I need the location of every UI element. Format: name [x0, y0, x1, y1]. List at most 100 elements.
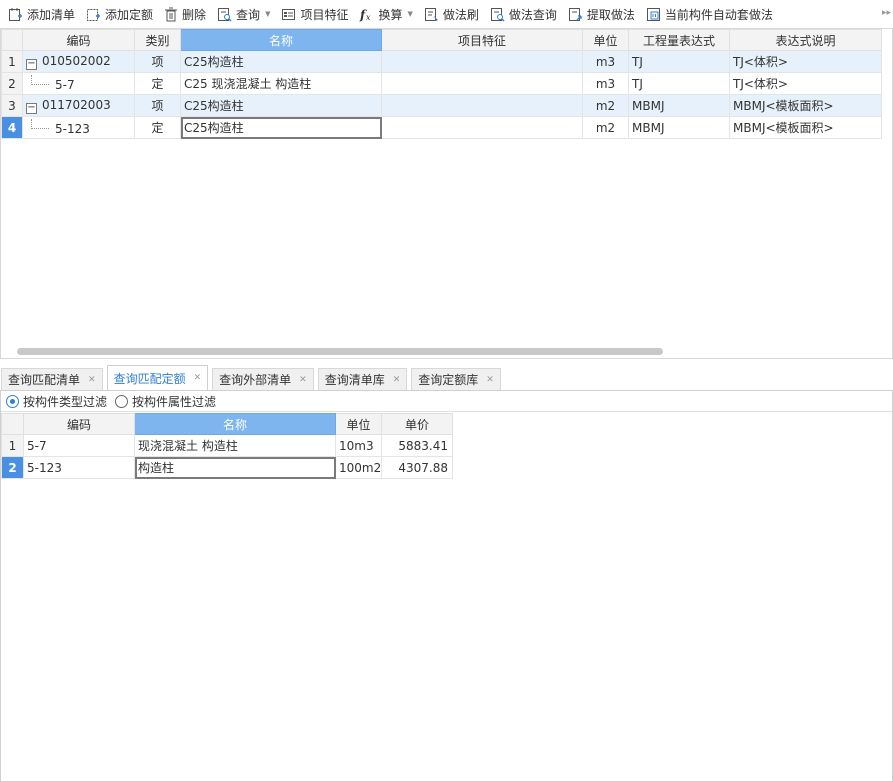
name-cell[interactable]: C25构造柱 [180, 50, 382, 73]
features-cell[interactable] [381, 72, 583, 95]
row-number[interactable]: 1 [1, 434, 24, 457]
corner-cell[interactable] [1, 29, 23, 51]
column-header-description[interactable]: 表达式说明 [729, 29, 882, 51]
tab-list-library[interactable]: 查询清单库 ✕ [317, 368, 408, 390]
features-cell[interactable] [381, 50, 583, 73]
table-row[interactable]: 3 −011702003 项 C25构造柱 m2 MBMJ MBMJ<模板面积> [1, 94, 882, 117]
add-quota-button[interactable]: 添加定额 [82, 2, 157, 26]
description-cell[interactable]: TJ<体积> [729, 50, 882, 73]
chevron-down-icon[interactable]: ▼ [407, 10, 412, 18]
tab-match-quota[interactable]: 查询匹配定额 ✕ [106, 365, 209, 390]
close-icon[interactable]: ✕ [194, 373, 202, 383]
description-cell[interactable]: MBMJ<模板面积> [729, 116, 882, 139]
code-cell[interactable]: 5-7 [22, 72, 135, 95]
unit-cell[interactable]: 10m3 [335, 434, 382, 457]
column-header-unit[interactable]: 单位 [335, 413, 382, 435]
expression-cell[interactable]: TJ [628, 72, 730, 95]
method-query-icon [490, 7, 505, 22]
unit-cell[interactable]: m3 [582, 50, 629, 73]
column-header-name[interactable]: 名称 [134, 413, 336, 435]
unit-cell[interactable]: m2 [582, 94, 629, 117]
price-cell[interactable]: 5883.41 [381, 434, 453, 457]
unit-cell[interactable]: m2 [582, 116, 629, 139]
extract-method-button[interactable]: 提取做法 [564, 2, 639, 26]
name-cell[interactable]: 现浇混凝土 构造柱 [134, 434, 336, 457]
table-row[interactable]: 2 5-7 定 C25 现浇混凝土 构造柱 m3 TJ TJ<体积> [1, 72, 882, 95]
column-header-code[interactable]: 编码 [23, 413, 135, 435]
features-cell[interactable] [381, 116, 583, 139]
type-cell[interactable]: 项 [134, 50, 181, 73]
chevron-down-icon[interactable]: ▼ [265, 10, 270, 18]
features-cell[interactable] [381, 94, 583, 117]
tab-quota-library[interactable]: 查询定额库 ✕ [411, 368, 501, 390]
query-button[interactable]: 查询 ▼ [213, 2, 274, 26]
name-cell[interactable]: C25构造柱 [180, 116, 382, 139]
item-features-icon [282, 8, 296, 20]
close-icon[interactable]: ✕ [486, 375, 494, 385]
close-icon[interactable]: ✕ [299, 375, 307, 385]
name-cell[interactable]: C25构造柱 [180, 94, 382, 117]
column-header-unit[interactable]: 单位 [582, 29, 629, 51]
tab-label: 查询清单库 [324, 373, 385, 387]
column-header-code[interactable]: 编码 [22, 29, 135, 51]
code-cell[interactable]: −011702003 [22, 94, 135, 117]
corner-cell[interactable] [1, 413, 24, 435]
delete-button[interactable]: 删除 [160, 2, 210, 26]
table-row[interactable]: 4 5-123 定 C25构造柱 m2 MBMJ MBMJ<模板面积> [1, 116, 882, 139]
delete-label: 删除 [182, 7, 207, 22]
tab-external-list[interactable]: 查询外部清单 ✕ [212, 368, 314, 390]
svg-text:x: x [366, 13, 371, 22]
filter-by-type-radio[interactable]: 按构件类型过滤 [6, 393, 107, 410]
table-row[interactable]: 2 5-123 构造柱 100m2 4307.88 [1, 456, 453, 479]
extract-method-label: 提取做法 [586, 7, 635, 22]
row-number[interactable]: 4 [1, 116, 23, 139]
filter-by-attr-radio[interactable]: 按构件属性过滤 [115, 393, 216, 410]
close-icon[interactable]: ✕ [393, 375, 401, 385]
column-header-features[interactable]: 项目特征 [381, 29, 583, 51]
collapse-icon[interactable]: − [26, 102, 37, 114]
column-header-type[interactable]: 类别 [134, 29, 181, 51]
method-grid-panel: 编码 类别 名称 项目特征 单位 工程量表达式 表达式说明 1 −0105020… [0, 28, 893, 359]
row-number[interactable]: 3 [1, 94, 23, 117]
price-cell[interactable]: 4307.88 [381, 456, 453, 479]
expression-cell[interactable]: MBMJ [628, 116, 730, 139]
item-features-button[interactable]: 项目特征 [277, 2, 352, 26]
collapse-icon[interactable]: − [26, 58, 37, 70]
tab-match-list[interactable]: 查询匹配清单 ✕ [1, 368, 103, 390]
code-cell[interactable]: 5-123 [23, 456, 135, 479]
row-number[interactable]: 2 [1, 72, 23, 95]
code-cell[interactable]: 5-123 [22, 116, 135, 139]
tree-connector [31, 75, 49, 85]
tree-connector [31, 119, 49, 129]
unit-cell[interactable]: m3 [582, 72, 629, 95]
type-cell[interactable]: 项 [134, 94, 181, 117]
column-header-expression[interactable]: 工程量表达式 [628, 29, 730, 51]
convert-button[interactable]: fx 换算 ▼ [355, 2, 416, 26]
toolbar-overflow-icon[interactable]: ▸▸ [882, 8, 891, 18]
code-cell[interactable]: 5-7 [23, 434, 135, 457]
description-cell[interactable]: TJ<体积> [729, 72, 882, 95]
name-cell[interactable]: 构造柱 [134, 456, 336, 479]
row-number[interactable]: 1 [1, 50, 23, 73]
auto-method-button[interactable]: 当前构件自动套做法 [642, 2, 777, 26]
expression-cell[interactable]: TJ [628, 50, 730, 73]
row-number[interactable]: 2 [1, 456, 24, 479]
code-cell[interactable]: −010502002 [22, 50, 135, 73]
unit-cell[interactable]: 100m2 [335, 456, 382, 479]
close-icon[interactable]: ✕ [88, 375, 96, 385]
method-brush-label: 做法刷 [442, 7, 479, 22]
method-brush-button[interactable]: 做法刷 [420, 2, 483, 26]
description-cell[interactable]: MBMJ<模板面积> [729, 94, 882, 117]
method-query-button[interactable]: 做法查询 [486, 2, 561, 26]
name-cell[interactable]: C25 现浇混凝土 构造柱 [180, 72, 382, 95]
type-cell[interactable]: 定 [134, 116, 181, 139]
column-header-price[interactable]: 单价 [381, 413, 453, 435]
add-list-button[interactable]: 添加清单 [4, 2, 79, 26]
table-row[interactable]: 1 5-7 现浇混凝土 构造柱 10m3 5883.41 [1, 434, 453, 457]
type-cell[interactable]: 定 [134, 72, 181, 95]
column-header-name[interactable]: 名称 [180, 29, 382, 51]
quota-query-panel: 按构件类型过滤 按构件属性过滤 编码 名称 单位 单价 1 5-7 现浇混凝土 … [0, 390, 893, 782]
expression-cell[interactable]: MBMJ [628, 94, 730, 117]
table-row[interactable]: 1 −010502002 项 C25构造柱 m3 TJ TJ<体积> [1, 50, 882, 73]
horizontal-scrollbar[interactable] [17, 348, 663, 355]
